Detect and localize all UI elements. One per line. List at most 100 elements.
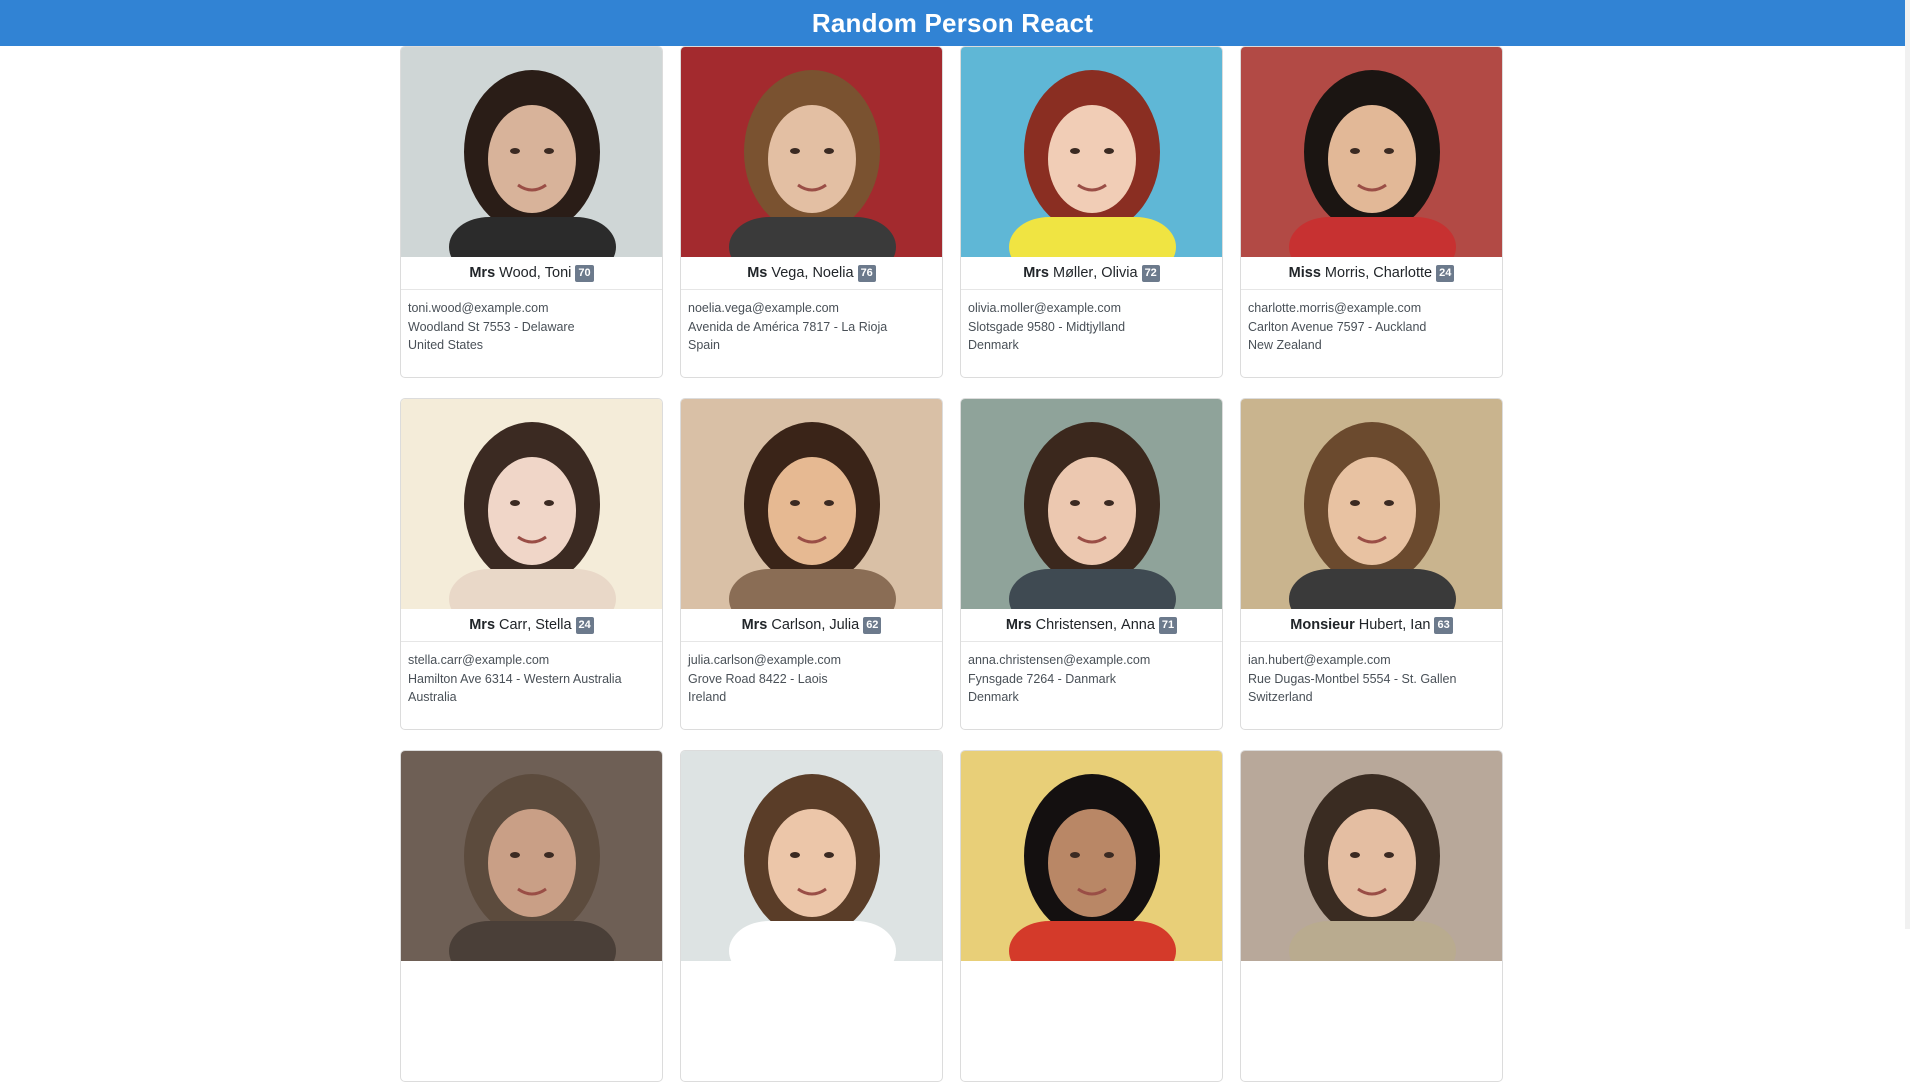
age-badge: 70: [575, 264, 594, 282]
person-email: ian.hubert@example.com: [1248, 653, 1391, 667]
person-info: julia.carlson@example.com Grove Road 8422…: [681, 642, 942, 707]
person-last-name: Carr: [499, 617, 528, 633]
person-card[interactable]: Mrs Carr, Stella 24 stella.carr@example.com H…: [400, 398, 663, 730]
age-badge: 24: [1436, 264, 1455, 282]
person-card[interactable]: [400, 750, 663, 1082]
person-first-name: Julia: [829, 617, 860, 633]
person-name-row: Mrs Møller, Olivia 72: [961, 257, 1222, 290]
person-photo: [401, 47, 662, 257]
person-last-name: Carlson: [771, 617, 822, 633]
person-title: Mrs: [469, 617, 496, 633]
person-name-row: Miss Morris, Charlotte 24: [1241, 257, 1502, 290]
person-country: Denmark: [968, 338, 1019, 352]
person-photo: [961, 47, 1222, 257]
person-address: Avenida de América 7817 - La Rioja: [688, 319, 888, 334]
person-info: ian.hubert@example.com Rue Dugas-Montbel …: [1241, 642, 1502, 707]
person-first-name: Noelia: [812, 265, 854, 281]
person-name-row: Monsieur Hubert, Ian 63: [1241, 609, 1502, 642]
name-separator: ,: [527, 617, 532, 633]
person-email: anna.christensen@example.com: [968, 653, 1151, 667]
person-first-name: Olivia: [1101, 265, 1138, 281]
person-first-name: Toni: [544, 265, 572, 281]
person-info: stella.carr@example.com Hamilton Ave 6314…: [401, 642, 662, 707]
name-separator: ,: [821, 617, 826, 633]
app-header: Random Person React: [0, 0, 1905, 46]
person-title: Monsieur: [1290, 617, 1355, 633]
person-name-row: Mrs Wood, Toni 70: [401, 257, 662, 290]
person-grid: Mrs Wood, Toni 70 toni.wood@example.com Woodl…: [400, 46, 1505, 1082]
person-info: noelia.vega@example.com Avenida de Améric…: [681, 290, 942, 355]
person-email: charlotte.morris@example.com: [1248, 301, 1422, 315]
person-last-name: Hubert: [1358, 617, 1403, 633]
person-card[interactable]: [960, 750, 1223, 1082]
age-badge: 72: [1141, 264, 1160, 282]
name-separator: ,: [536, 265, 541, 281]
person-first-name: Ian: [1410, 617, 1431, 633]
person-card[interactable]: Mrs Christensen, Anna 71 anna.christensen@ex…: [960, 398, 1223, 730]
person-photo: [1241, 751, 1502, 961]
person-address: Woodland St 7553 - Delaware: [408, 319, 575, 334]
person-name-row: Mrs Carlson, Julia 62: [681, 609, 942, 642]
person-first-name: Stella: [535, 617, 572, 633]
person-card[interactable]: Ms Vega, Noelia 76 noelia.vega@example.com Av…: [680, 46, 943, 378]
age-badge: 62: [863, 616, 882, 634]
person-address: Slotsgade 9580 - Midtjylland: [968, 319, 1126, 334]
age-badge: 63: [1434, 616, 1453, 634]
person-last-name: Christensen: [1035, 617, 1113, 633]
person-title: Mrs: [741, 617, 768, 633]
person-info: toni.wood@example.com Woodland St 7553 - …: [401, 290, 662, 355]
person-country: Ireland: [688, 690, 727, 704]
person-last-name: Vega: [771, 265, 805, 281]
person-photo: [1241, 47, 1502, 257]
person-info: olivia.moller@example.com Slotsgade 9580 …: [961, 290, 1222, 355]
person-title: Mrs: [1023, 265, 1049, 281]
person-email: toni.wood@example.com: [408, 301, 549, 315]
person-first-name: Anna: [1121, 617, 1155, 633]
person-name-row: Mrs Carr, Stella 24: [401, 609, 662, 642]
person-address: Rue Dugas-Montbel 5554 - St. Gallen: [1248, 671, 1457, 686]
person-country: Australia: [408, 690, 457, 704]
person-title: Mrs: [469, 265, 496, 281]
person-card[interactable]: Mrs Møller, Olivia 72 olivia.moller@example.…: [960, 46, 1223, 378]
person-card[interactable]: [680, 750, 943, 1082]
age-badge: 24: [575, 616, 594, 634]
person-card[interactable]: Monsieur Hubert, Ian 63 ian.hubert@example.c…: [1240, 398, 1503, 730]
person-name-row: Mrs Christensen, Anna 71: [961, 609, 1222, 642]
app-title: Random Person React: [811, 7, 1094, 38]
person-title: Ms: [747, 265, 768, 281]
person-title: Miss: [1288, 265, 1321, 281]
person-photo: [961, 399, 1222, 609]
person-info: anna.christensen@example.com Fynsgade 726…: [961, 642, 1222, 707]
person-card[interactable]: Miss Morris, Charlotte 24 charlotte.morris@e…: [1240, 46, 1503, 378]
person-address: Grove Road 8422 - Laois: [688, 671, 828, 686]
name-separator: ,: [804, 265, 809, 281]
person-card[interactable]: Mrs Carlson, Julia 62 julia.carlson@example.…: [680, 398, 943, 730]
person-photo: [681, 47, 942, 257]
name-separator: ,: [1402, 617, 1407, 633]
person-last-name: Wood: [499, 265, 537, 281]
person-email: olivia.moller@example.com: [968, 301, 1122, 315]
person-address: Fynsgade 7264 - Danmark: [968, 671, 1116, 686]
name-separator: ,: [1365, 265, 1370, 281]
person-email: noelia.vega@example.com: [688, 301, 839, 315]
scrollbar[interactable]: [1905, 0, 1910, 929]
person-photo: [961, 751, 1222, 961]
person-country: New Zealand: [1248, 338, 1322, 352]
person-email: julia.carlson@example.com: [688, 653, 842, 667]
person-card[interactable]: [1240, 750, 1503, 1082]
name-separator: ,: [1093, 265, 1098, 281]
name-separator: ,: [1113, 617, 1118, 633]
person-first-name: Charlotte: [1373, 265, 1433, 281]
person-photo: [681, 751, 942, 961]
person-photo: [401, 399, 662, 609]
person-last-name: Morris: [1324, 265, 1366, 281]
person-country: United States: [408, 338, 484, 352]
person-country: Spain: [688, 338, 720, 352]
person-card[interactable]: Mrs Wood, Toni 70 toni.wood@example.com Woodl…: [400, 46, 663, 378]
person-address: Carlton Avenue 7597 - Auckland: [1248, 319, 1427, 334]
person-country: Switzerland: [1248, 690, 1313, 704]
age-badge: 76: [857, 264, 876, 282]
person-photo: [401, 751, 662, 961]
person-address: Hamilton Ave 6314 - Western Australia: [408, 671, 622, 686]
person-name-row: Ms Vega, Noelia 76: [681, 257, 942, 290]
